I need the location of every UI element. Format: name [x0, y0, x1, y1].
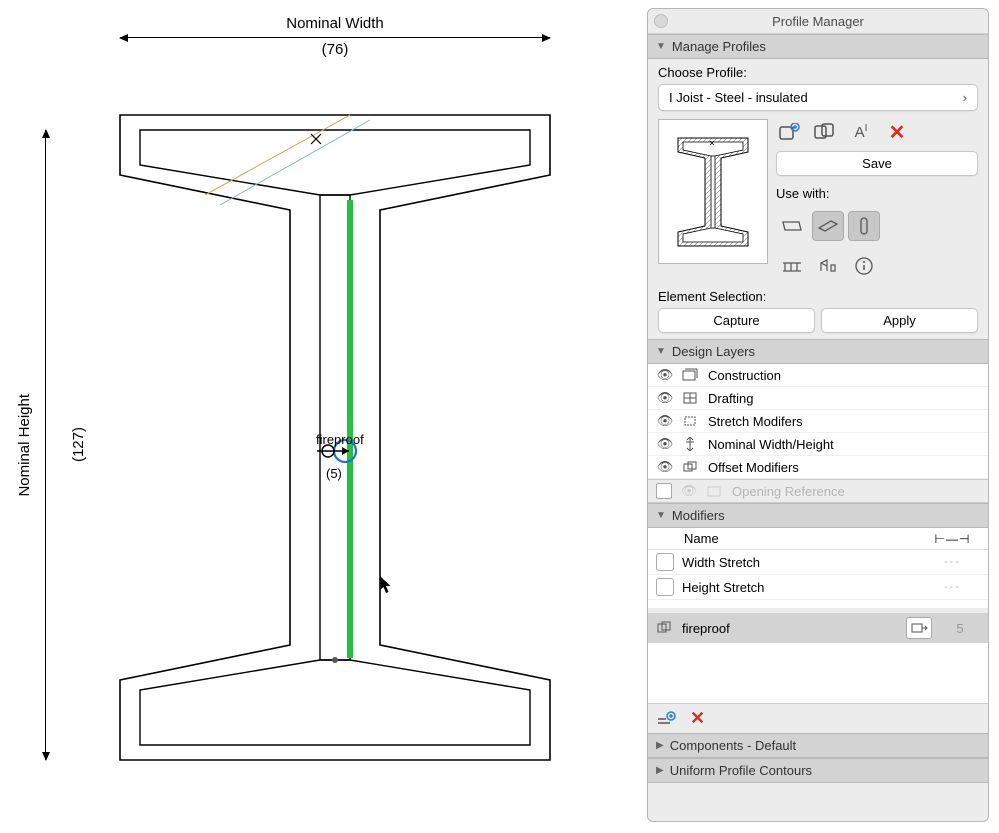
add-modifier-icon[interactable] [656, 711, 676, 727]
panel-title: Profile Manager [772, 14, 864, 29]
delete-profile-icon[interactable]: ✕ [884, 121, 910, 143]
dimension-icon: ⊢—⊣ [925, 532, 980, 546]
visibility-icon[interactable]: 👁 [656, 436, 674, 452]
use-with-column-icon[interactable] [848, 211, 880, 241]
modifier-fireproof[interactable]: fireproof 5 [648, 613, 988, 643]
disclosure-triangle-icon: ▼ [656, 510, 666, 521]
modifiers-column-header: Name ⊢—⊣ [648, 528, 988, 550]
delete-modifier-icon[interactable]: ✕ [690, 708, 705, 729]
rename-profile-icon[interactable]: AI [848, 121, 874, 143]
modifiers-header[interactable]: ▼ Modifiers [648, 503, 988, 528]
element-selection-label: Element Selection: [658, 289, 978, 304]
modifier-checkbox[interactable] [656, 578, 674, 596]
layer-drafting[interactable]: 👁 Drafting [648, 387, 988, 410]
layer-icon [706, 484, 724, 498]
visibility-icon[interactable]: 👁 [656, 367, 674, 383]
fireproof-value: (5) [326, 466, 342, 481]
drawing-canvas[interactable]: Nominal Width (76) Nominal Height (127) [0, 0, 647, 833]
use-with-beam-icon[interactable] [812, 211, 844, 241]
choose-profile-label: Choose Profile: [658, 65, 978, 80]
visibility-icon[interactable]: 👁 [680, 483, 698, 499]
nominal-width-value: (76) [120, 41, 550, 58]
nominal-height-label: Nominal Height [16, 394, 33, 497]
layer-nominal-width-height[interactable]: 👁 Nominal Width/Height [648, 433, 988, 456]
profile-name: I Joist - Steel - insulated [669, 90, 808, 105]
manage-profiles-header[interactable]: ▼ Manage Profiles [648, 34, 988, 59]
disclosure-triangle-icon: ▶ [656, 765, 664, 776]
layer-icon [682, 460, 700, 474]
disclosure-triangle-icon: ▼ [656, 346, 666, 357]
layer-opening-reference[interactable]: 👁 Opening Reference [648, 479, 988, 503]
apply-button[interactable]: Apply [821, 308, 978, 333]
visibility-icon[interactable]: 👁 [656, 390, 674, 406]
design-layers-header[interactable]: ▼ Design Layers [648, 339, 988, 364]
panel-titlebar[interactable]: Profile Manager [648, 9, 988, 34]
modifier-height-stretch[interactable]: Height Stretch --- [648, 575, 988, 600]
use-with-object-icon[interactable] [812, 251, 844, 281]
layer-icon [682, 368, 700, 382]
visibility-icon[interactable]: 👁 [656, 413, 674, 429]
layer-stretch-modifiers[interactable]: 👁 Stretch Modifers [648, 410, 988, 433]
components-header[interactable]: ▶ Components - Default [648, 733, 988, 758]
window-close-icon[interactable] [654, 14, 668, 28]
fireproof-label: fireproof [316, 432, 364, 447]
profile-select[interactable]: I Joist - Steel - insulated › [658, 84, 978, 111]
nominal-width-dimension: Nominal Width (76) [120, 15, 550, 58]
layer-construction[interactable]: 👁 Construction [648, 364, 988, 387]
modifier-width-stretch[interactable]: Width Stretch --- [648, 550, 988, 575]
disclosure-triangle-icon: ▶ [656, 740, 664, 751]
layer-icon [682, 437, 700, 451]
use-with-railing-icon[interactable] [776, 251, 808, 281]
disclosure-triangle-icon: ▼ [656, 41, 666, 52]
nominal-height-dimension: Nominal Height (127) [20, 130, 46, 760]
uniform-profile-contours-header[interactable]: ▶ Uniform Profile Contours [648, 758, 988, 783]
duplicate-profile-icon[interactable] [812, 121, 838, 143]
offset-modifier-icon [656, 620, 674, 636]
new-profile-icon[interactable] [776, 121, 802, 143]
layer-icon [682, 391, 700, 405]
nominal-width-label: Nominal Width [120, 15, 550, 32]
use-with-wall-icon[interactable] [776, 211, 808, 241]
layer-offset-modifiers[interactable]: 👁 Offset Modifiers [648, 456, 988, 479]
modifier-checkbox[interactable] [656, 553, 674, 571]
use-with-label: Use with: [776, 186, 978, 201]
profile-thumbnail [658, 119, 768, 264]
offset-value-icon[interactable] [906, 617, 932, 639]
info-icon[interactable] [848, 251, 880, 281]
profile-manager-panel: Profile Manager ▼ Manage Profiles Choose… [647, 8, 989, 822]
modifiers-list-blank [648, 643, 988, 703]
chevron-right-icon: › [963, 90, 967, 105]
capture-button[interactable]: Capture [658, 308, 815, 333]
save-button[interactable]: Save [776, 151, 978, 176]
visibility-icon[interactable]: 👁 [656, 459, 674, 475]
layer-icon [682, 414, 700, 428]
layer-checkbox[interactable] [656, 483, 672, 499]
